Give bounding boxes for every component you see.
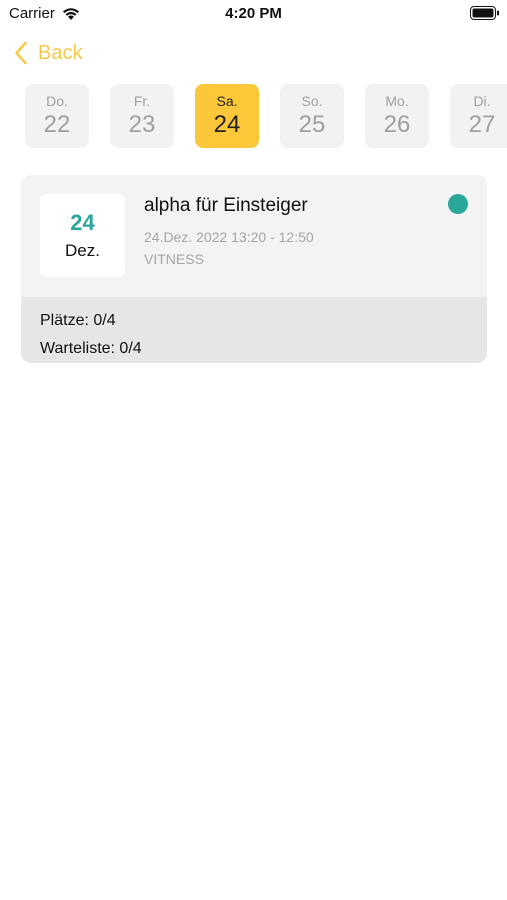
day-cell[interactable]: So. 25 (280, 84, 344, 148)
day-name: Sa. (216, 93, 238, 109)
chevron-left-icon (15, 41, 27, 65)
day-number: 23 (128, 111, 156, 138)
event-datetime: 24.Dez. 2022 13:20 - 12:50 (144, 229, 314, 245)
event-card-header: 24 Dez. alpha für Einsteiger 24.Dez. 202… (21, 175, 487, 297)
day-number: 25 (298, 111, 326, 138)
event-title: alpha für Einsteiger (144, 195, 308, 216)
day-cell[interactable]: Fr. 23 (110, 84, 174, 148)
waitlist-label: Warteliste: 0/4 (40, 340, 142, 357)
day-number: 22 (43, 111, 71, 138)
back-button[interactable]: Back (14, 38, 82, 68)
event-date-month: Dez. (65, 240, 100, 260)
day-selector-track: Do. 22 Fr. 23 Sa. 24 So. 25 Mo. 26 Di. 27 (25, 84, 507, 148)
status-bar: Carrier 4:20 PM (0, 0, 507, 28)
status-dot-icon (448, 194, 468, 214)
back-label: Back (38, 41, 83, 64)
places-label: Plätze: 0/4 (40, 312, 116, 329)
day-number: 27 (468, 111, 496, 138)
battery-icon (470, 6, 499, 20)
day-cell[interactable]: Do. 22 (25, 84, 89, 148)
status-time: 4:20 PM (225, 5, 282, 22)
day-name: Di. (473, 93, 491, 109)
event-card[interactable]: 24 Dez. alpha für Einsteiger 24.Dez. 202… (21, 175, 487, 363)
event-location: VITNESS (144, 251, 204, 267)
day-name: Fr. (133, 93, 151, 109)
day-number: 24 (213, 111, 241, 138)
event-card-footer: Plätze: 0/4 Warteliste: 0/4 (21, 297, 487, 363)
event-date-day: 24 (70, 209, 95, 235)
day-selector: Do. 22 Fr. 23 Sa. 24 So. 25 Mo. 26 Di. 27 (25, 84, 507, 148)
event-date-box: 24 Dez. (40, 194, 125, 277)
day-cell[interactable]: Mo. 26 (365, 84, 429, 148)
day-cell[interactable]: Di. 27 (450, 84, 507, 148)
day-cell[interactable]: Sa. 24 (195, 84, 259, 148)
day-name: Do. (46, 93, 68, 109)
day-number: 26 (383, 111, 411, 138)
day-name: Mo. (385, 93, 409, 109)
day-name: So. (301, 93, 323, 109)
